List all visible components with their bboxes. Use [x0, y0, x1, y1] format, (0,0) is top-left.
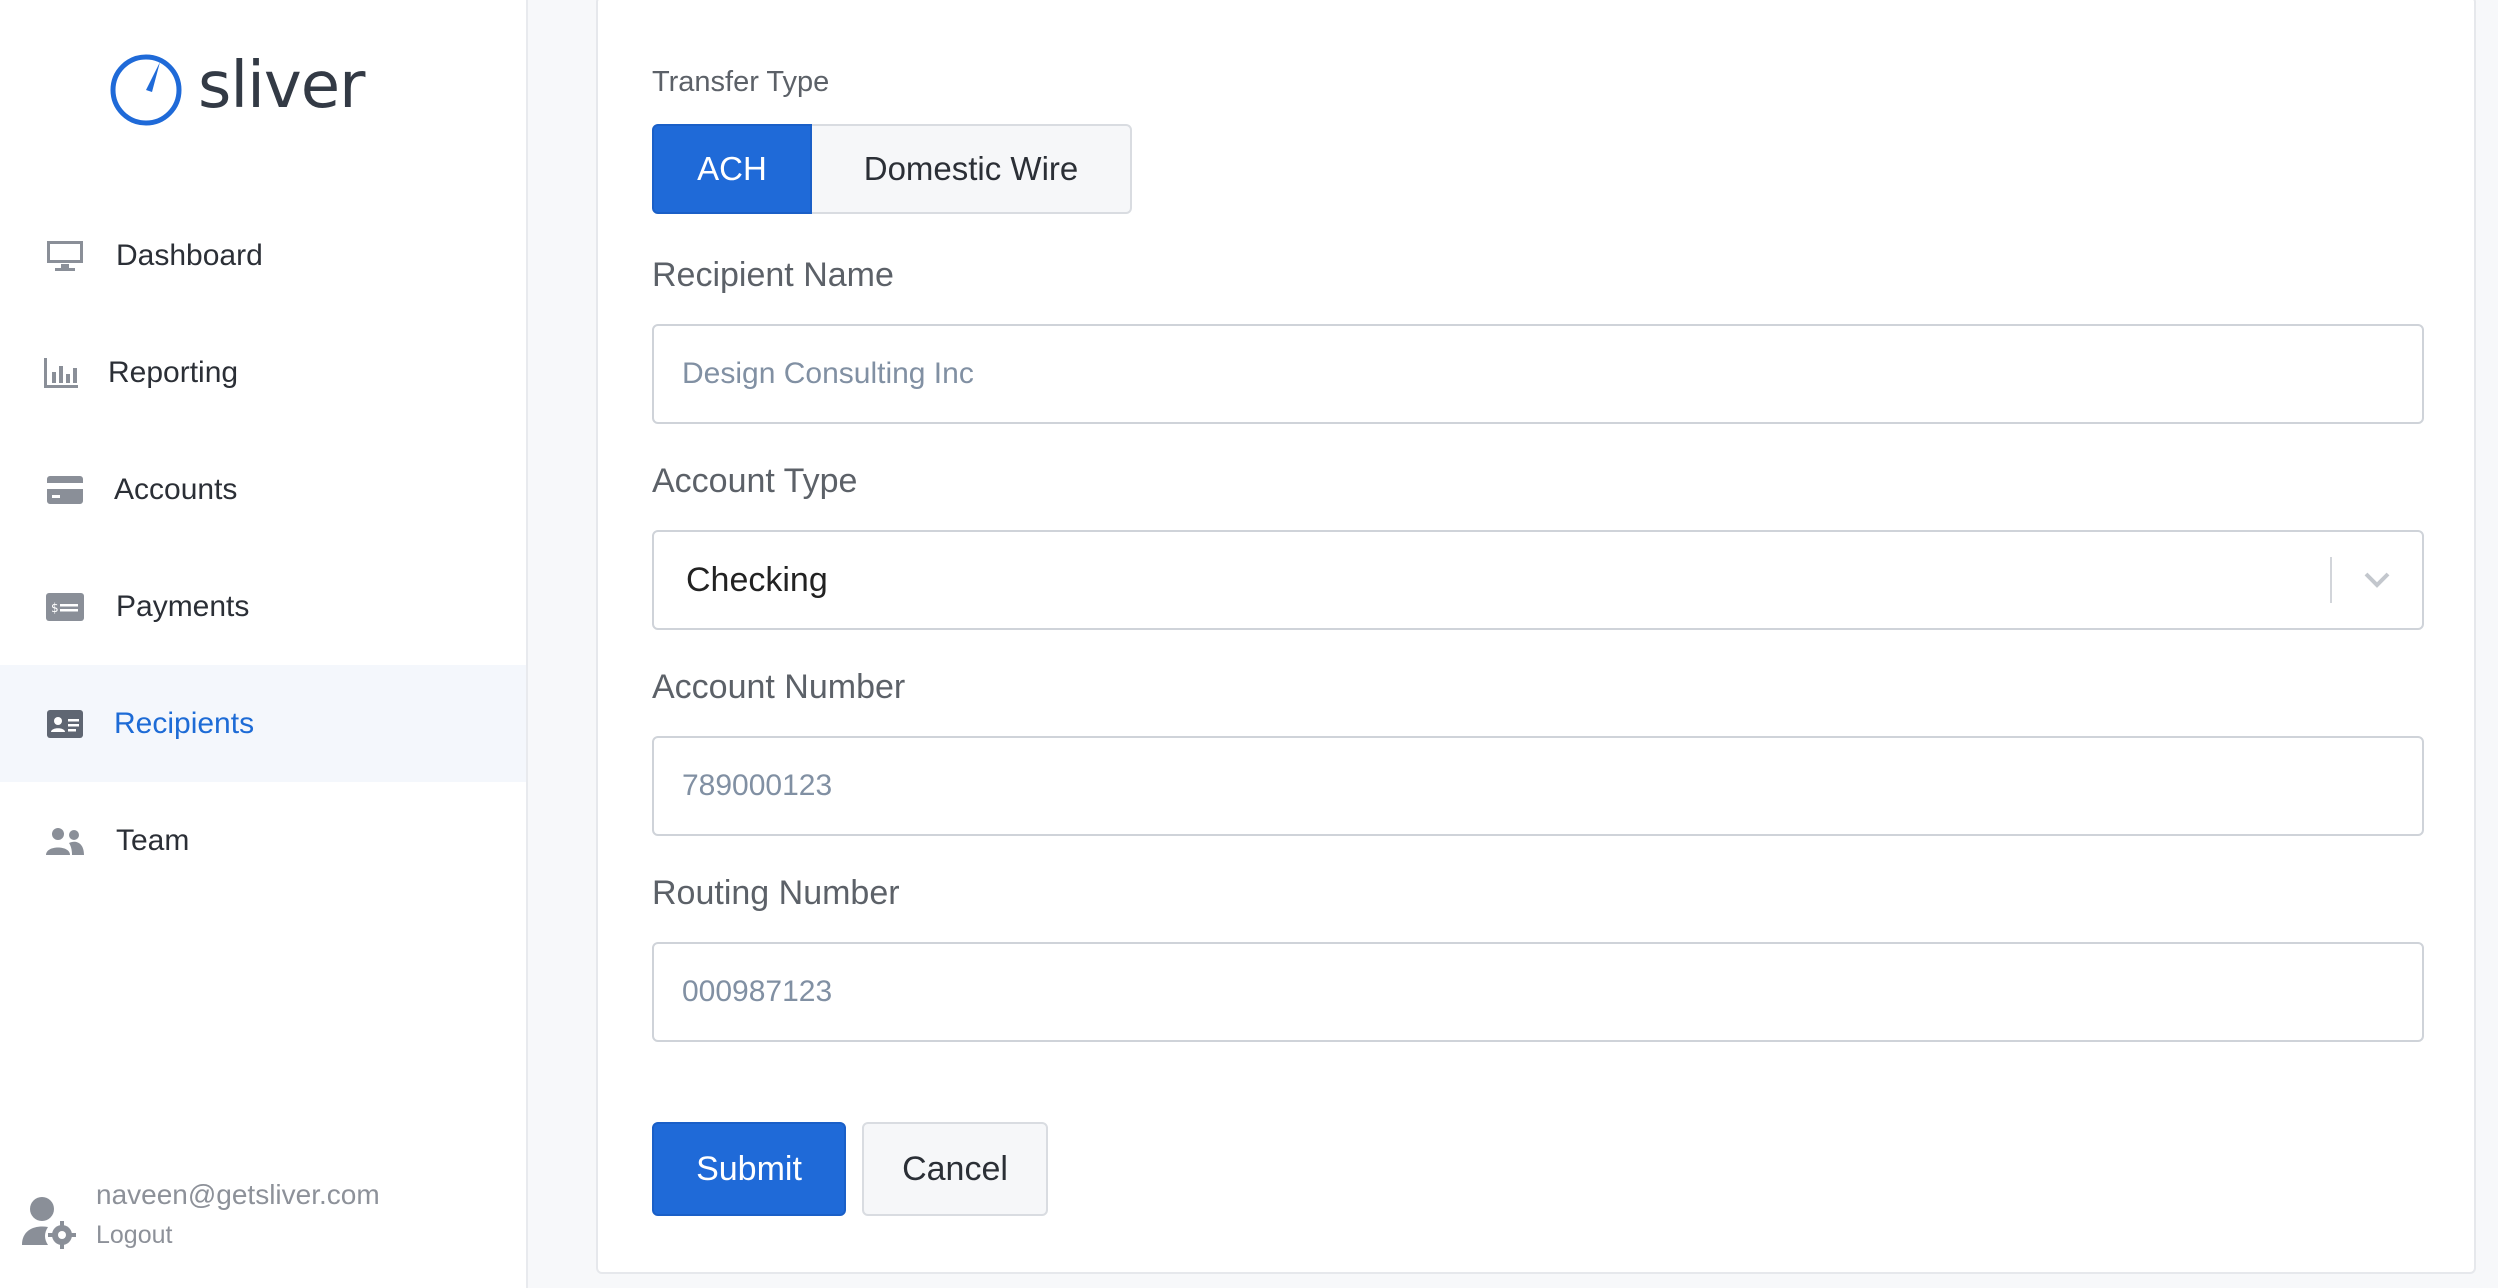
- sidebar-item-reporting[interactable]: Reporting: [0, 314, 526, 431]
- submit-button[interactable]: Submit: [652, 1122, 846, 1216]
- domestic-wire-option-button[interactable]: Domestic Wire: [812, 124, 1132, 214]
- routing-number-label: Routing Number: [652, 874, 900, 912]
- sidebar: sliver Dashboard Reporting Accounts $ Pa…: [0, 0, 528, 1288]
- sidebar-item-label: Team: [116, 823, 190, 857]
- sidebar-item-label: Dashboard: [116, 238, 263, 272]
- sliver-logo-icon: [110, 54, 182, 126]
- account-number-label: Account Number: [652, 668, 906, 706]
- sidebar-item-label: Payments: [116, 589, 250, 623]
- logo-text: sliver: [198, 49, 365, 123]
- bar-chart-icon: [40, 352, 82, 394]
- account-type-value: Checking: [686, 560, 828, 599]
- money-check-icon: $: [44, 586, 86, 628]
- logo[interactable]: sliver: [108, 49, 365, 128]
- recipient-form-panel: Transfer Type ACH Domestic Wire Recipien…: [596, 0, 2476, 1274]
- monitor-icon: [44, 235, 86, 277]
- sidebar-item-label: Reporting: [108, 355, 239, 389]
- credit-card-icon: [44, 469, 86, 511]
- sidebar-nav: Dashboard Reporting Accounts $ Payments …: [0, 197, 526, 899]
- recipient-name-input[interactable]: [652, 324, 2424, 424]
- account-type-label: Account Type: [652, 462, 858, 500]
- sidebar-item-team[interactable]: Team: [0, 782, 526, 899]
- sidebar-item-dashboard[interactable]: Dashboard: [0, 197, 526, 314]
- recipient-name-label: Recipient Name: [652, 256, 894, 294]
- logout-link[interactable]: Logout: [96, 1215, 380, 1255]
- routing-number-input[interactable]: [652, 942, 2424, 1042]
- sidebar-item-payments[interactable]: $ Payments: [0, 548, 526, 665]
- sidebar-item-accounts[interactable]: Accounts: [0, 431, 526, 548]
- sidebar-item-label: Recipients: [114, 706, 255, 740]
- id-card-icon: [44, 703, 86, 745]
- account-type-select[interactable]: Checking: [652, 530, 2424, 630]
- transfer-type-label: Transfer Type: [652, 66, 830, 98]
- chevron-down-icon[interactable]: [2332, 572, 2422, 588]
- user-email: naveen@getsliver.com: [96, 1179, 380, 1210]
- ach-option-button[interactable]: ACH: [652, 124, 812, 214]
- svg-text:$: $: [51, 601, 59, 615]
- account-number-input[interactable]: [652, 736, 2424, 836]
- cancel-button[interactable]: Cancel: [862, 1122, 1048, 1216]
- sidebar-item-recipients[interactable]: Recipients: [0, 665, 526, 782]
- sidebar-item-label: Accounts: [114, 472, 238, 506]
- user-block: naveen@getsliver.com Logout: [22, 1175, 380, 1255]
- users-icon: [44, 820, 86, 862]
- user-cog-icon: [22, 1197, 76, 1249]
- transfer-type-toggle: ACH Domestic Wire: [652, 124, 1132, 214]
